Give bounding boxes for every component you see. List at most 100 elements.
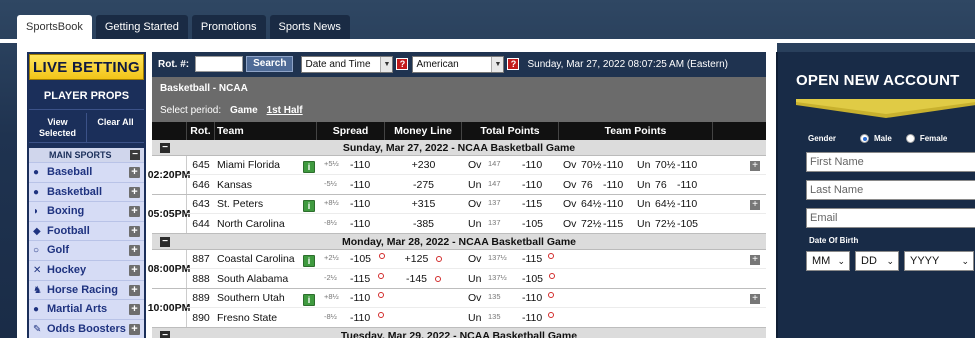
add-icon[interactable]: +	[129, 206, 140, 218]
collapse-icon[interactable]: −	[160, 143, 170, 153]
sort-select[interactable]: Date and Time ▼	[301, 55, 394, 73]
tab-sports-news[interactable]: Sports News	[269, 15, 350, 39]
odds-format-select[interactable]: American ▼	[412, 55, 505, 73]
rot-input[interactable]	[195, 56, 244, 72]
add-icon[interactable]: +	[129, 264, 140, 276]
spread-cell[interactable]: +2½ -105	[317, 253, 386, 265]
tab-promotions[interactable]: Promotions	[191, 15, 266, 39]
info-icon[interactable]: i	[303, 200, 315, 212]
open-account-panel: OPEN NEW ACCOUNT Gender Male Female Firs…	[776, 52, 975, 338]
team-points-pair[interactable]: Un 70½ -110	[637, 159, 707, 171]
status-dot-icon	[436, 256, 443, 263]
info-icon[interactable]: i	[303, 255, 315, 267]
date-header: − Tuesday, Mar 29, 2022 - NCAA Basketball…	[152, 328, 766, 338]
sidebar-item-hockey[interactable]: ✕ Hockey +	[29, 259, 144, 280]
moneyline-cell[interactable]: +315	[385, 198, 462, 210]
spread-cell[interactable]: +8½ -110	[317, 198, 385, 210]
open-account-title: OPEN NEW ACCOUNT	[796, 72, 960, 89]
add-icon[interactable]: +	[129, 186, 140, 198]
clear-all-button[interactable]: Clear All	[87, 113, 144, 142]
team-points-pair[interactable]: Ov 72½ -115	[563, 218, 633, 230]
sidebar-item-martial-arts[interactable]: ● Martial Arts +	[29, 299, 144, 319]
moneyline-cell[interactable]: -275	[385, 179, 462, 191]
moneyline-cell[interactable]: -385	[385, 218, 462, 230]
team-points-pair[interactable]: Ov 76 -110	[563, 179, 633, 191]
odds-boosters-icon: ✎	[33, 323, 42, 335]
team-points-cell[interactable]: Ov 70½ -110 Un 70½ -110	[559, 159, 713, 171]
collapse-icon[interactable]: −	[160, 237, 170, 247]
email-field[interactable]: Email	[806, 208, 975, 228]
spread-cell[interactable]: +8½ -110	[317, 292, 385, 304]
team-points-cell[interactable]: Ov 72½ -115 Un 72½ -105	[559, 218, 713, 230]
add-icon[interactable]: +	[129, 323, 140, 335]
sidebar-item-basketball[interactable]: ● Basketball +	[29, 181, 144, 202]
more-bets-icon[interactable]: +	[750, 294, 760, 304]
moneyline-cell[interactable]: -145	[385, 273, 462, 285]
female-radio[interactable]	[905, 134, 915, 143]
team-points-cell[interactable]: Ov 64½ -110 Un 64½ -110	[559, 198, 713, 210]
sidebar-item-odds-boosters[interactable]: ✎ Odds Boosters +	[29, 318, 144, 338]
team-points-pair[interactable]: Ov 64½ -110	[563, 198, 633, 210]
info-icon[interactable]: i	[303, 161, 315, 173]
total-points-cell[interactable]: Un 147 -110	[462, 179, 559, 191]
add-icon[interactable]: +	[129, 225, 140, 237]
more-bets-icon[interactable]: +	[750, 200, 760, 210]
view-selected-button[interactable]: View Selected	[29, 113, 87, 142]
tab-getting-started[interactable]: Getting Started	[95, 15, 188, 39]
spread-cell[interactable]: -5½ -110	[317, 179, 385, 191]
spread-cell[interactable]: -2½ -115	[317, 272, 385, 285]
sidebar-item-golf[interactable]: ○ Golf +	[29, 240, 144, 260]
team-points-pair[interactable]: Un 64½ -110	[637, 198, 707, 210]
team-points-odds: -110	[603, 159, 624, 171]
total-points-cell[interactable]: Un 135 -110	[462, 311, 559, 324]
view-clear-row: View Selected Clear All	[29, 113, 144, 143]
add-icon[interactable]: +	[129, 245, 140, 257]
more-bets-icon[interactable]: +	[750, 161, 760, 171]
more-bets-icon[interactable]: +	[750, 255, 760, 265]
search-button[interactable]: Search	[246, 56, 294, 72]
dob-day-select[interactable]: DD ⌄	[855, 251, 899, 271]
total-points-cell[interactable]: Un 137 -105	[462, 218, 559, 230]
add-icon[interactable]: +	[129, 167, 140, 178]
tab-sportsbook[interactable]: SportsBook	[17, 15, 92, 39]
collapse-icon[interactable]: −	[160, 331, 170, 338]
rot-number: 644	[192, 217, 210, 230]
total-points-cell[interactable]: Ov 137 -115	[462, 198, 559, 210]
help-icon[interactable]: ?	[396, 58, 409, 70]
moneyline-cell[interactable]: +230	[385, 159, 462, 171]
sidebar-item-boxing[interactable]: ◗ Boxing +	[29, 201, 144, 221]
last-name-field[interactable]: Last Name	[806, 180, 975, 200]
dob-month-select[interactable]: MM ⌄	[806, 251, 850, 271]
total-points-cell[interactable]: Un 137½ -105	[462, 272, 559, 285]
period-game-link[interactable]: Game	[230, 105, 258, 116]
team-points-odds: -110	[677, 198, 698, 210]
info-icon[interactable]: i	[303, 294, 315, 306]
dob-year-select[interactable]: YYYY ⌄	[904, 251, 974, 271]
live-betting-button[interactable]: LIVE BETTING	[29, 54, 144, 80]
league-title: Basketball - NCAA	[160, 83, 248, 94]
spread-cell[interactable]: -8½ -110	[317, 218, 385, 230]
add-icon[interactable]: +	[129, 304, 140, 316]
period-label: Select period:	[160, 105, 222, 116]
total-points-cell[interactable]: Ov 147 -110	[462, 159, 559, 171]
period-first-half-link[interactable]: 1st Half	[267, 105, 303, 116]
player-props-button[interactable]: PLAYER PROPS	[29, 82, 144, 110]
collapse-icon[interactable]: −	[130, 150, 140, 160]
spread-cell[interactable]: +5½ -110	[317, 159, 385, 171]
sidebar-item-horse-racing[interactable]: ♞ Horse Racing +	[29, 279, 144, 300]
chevron-down-icon: ▼	[491, 56, 504, 72]
team-points-pair[interactable]: Un 76 -110	[637, 179, 707, 191]
first-name-field[interactable]: First Name	[806, 152, 975, 172]
total-points-cell[interactable]: Ov 137½ -115	[462, 253, 559, 265]
team-points-pair[interactable]: Un 72½ -105	[637, 218, 707, 230]
male-radio[interactable]	[860, 134, 870, 143]
spread-cell[interactable]: -8½ -110	[317, 311, 385, 324]
team-points-pair[interactable]: Ov 70½ -110	[563, 159, 633, 171]
moneyline-cell[interactable]: +125	[385, 253, 462, 265]
add-icon[interactable]: +	[129, 284, 140, 296]
team-points-cell[interactable]: Ov 76 -110 Un 76 -110	[559, 179, 713, 191]
sidebar-item-football[interactable]: ◆ Football +	[29, 220, 144, 241]
sidebar-item-baseball[interactable]: ● Baseball +	[29, 162, 144, 182]
help-icon[interactable]: ?	[507, 58, 520, 70]
total-points-cell[interactable]: Ov 135 -110	[462, 292, 559, 304]
